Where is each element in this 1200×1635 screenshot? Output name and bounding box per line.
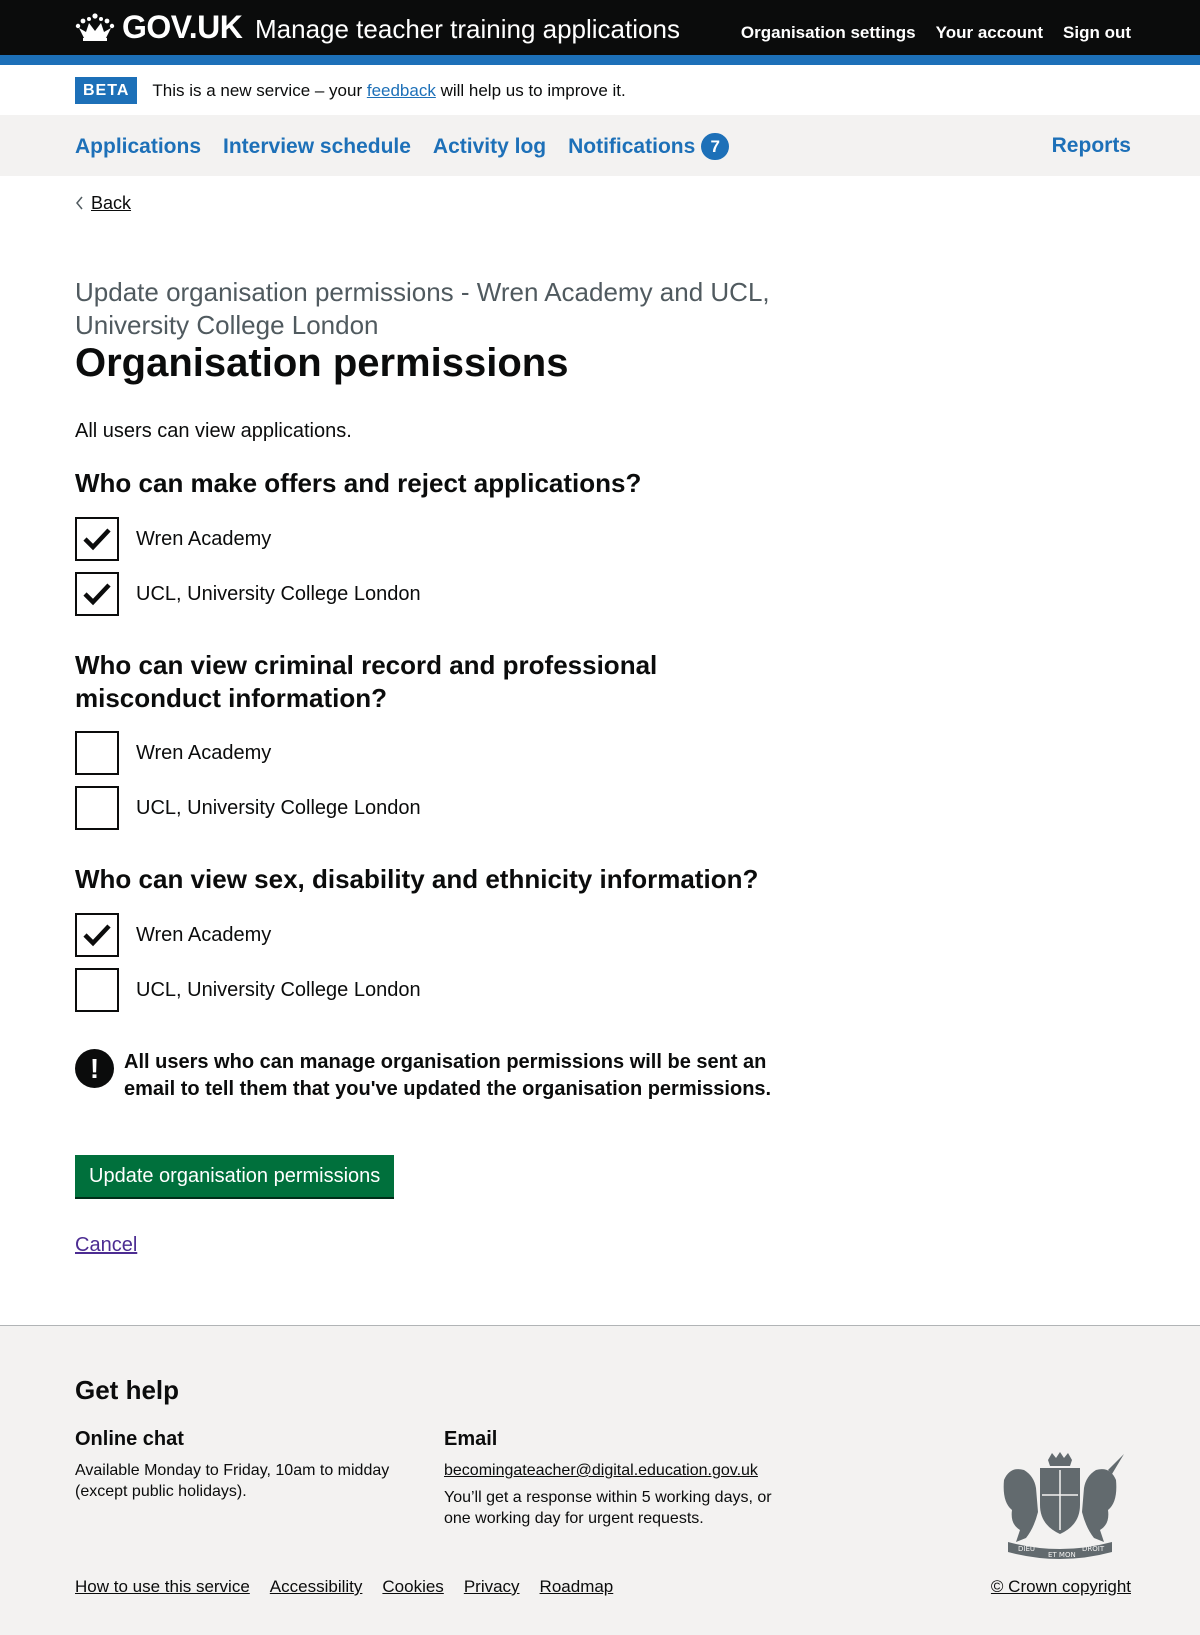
checkbox[interactable] — [75, 913, 119, 957]
organisation-settings-link[interactable]: Organisation settings — [741, 21, 916, 45]
checkbox[interactable] — [75, 731, 119, 775]
nav-interview-schedule[interactable]: Interview schedule — [223, 134, 411, 160]
question-criminal-record-heading: Who can view criminal record and profess… — [75, 650, 658, 713]
warning-text: ! All users who can manage organisation … — [75, 1049, 775, 1103]
service-name-link[interactable]: Manage teacher training applications — [255, 13, 680, 45]
footer-link-privacy[interactable]: Privacy — [464, 1576, 520, 1598]
footer-link-cookies[interactable]: Cookies — [382, 1576, 443, 1598]
checkbox-label: UCL, University College London — [136, 796, 421, 819]
checkbox[interactable] — [75, 786, 119, 830]
cancel-link[interactable]: Cancel — [75, 1233, 137, 1258]
intro-text: All users can view applications. — [75, 420, 352, 442]
checkbox-label: Wren Academy — [136, 741, 272, 764]
crown-copyright-link[interactable]: © Crown copyright — [991, 1576, 1131, 1598]
question-diversity-heading: Who can view sex, disability and ethnici… — [75, 864, 759, 894]
footer-links: How to use this service Accessibility Co… — [75, 1576, 613, 1598]
site-header: GOV.UK Manage teacher training applicati… — [0, 0, 1200, 55]
crest-motto-left: DIEU — [1018, 1545, 1035, 1553]
checkbox-criminal-record-ucl[interactable]: UCL, University College London — [75, 786, 421, 830]
footer-email-heading: Email — [444, 1428, 498, 1450]
notifications-count-badge: 7 — [701, 133, 730, 160]
checkbox[interactable] — [75, 968, 119, 1012]
your-account-link[interactable]: Your account — [936, 21, 1043, 45]
footer-link-accessibility[interactable]: Accessibility — [270, 1576, 363, 1598]
footer-email-text: You’ll get a response within 5 working d… — [444, 1489, 772, 1527]
checkbox-diversity-wren[interactable]: Wren Academy — [75, 913, 271, 957]
crown-icon — [75, 13, 115, 41]
checkbox[interactable] — [75, 517, 119, 561]
footer-email-link[interactable]: becomingateacher@digital.education.gov.u… — [444, 1460, 758, 1481]
footer-get-help-title: Get help — [75, 1375, 180, 1405]
sign-out-link[interactable]: Sign out — [1063, 21, 1131, 45]
back-link-container: Back — [75, 192, 131, 214]
page-caption: Update organisation permissions - Wren A… — [75, 277, 770, 340]
crest-motto-center: ET MON — [1048, 1551, 1076, 1559]
phase-text-before: This is a new service – your — [152, 80, 367, 100]
nav-notifications[interactable]: Notifications 7 — [568, 133, 730, 160]
checkmark-icon — [83, 528, 111, 551]
question-make-offers-heading: Who can make offers and reject applicati… — [75, 468, 642, 498]
page-title: Organisation permissions — [75, 341, 569, 385]
footer-link-how-to-use[interactable]: How to use this service — [75, 1576, 250, 1598]
footer-online-chat-heading: Online chat — [75, 1428, 184, 1450]
header-navigation: Organisation settings Your account Sign … — [741, 21, 1131, 45]
checkmark-icon — [83, 924, 111, 947]
royal-coat-of-arms-icon: DIEU ET MON DROIT — [1003, 1452, 1124, 1559]
checkmark-icon — [83, 583, 111, 606]
govuk-logo-text: GOV.UK — [122, 9, 243, 45]
checkbox-label: Wren Academy — [136, 527, 272, 550]
phase-banner-text: This is a new service – your feedback wi… — [152, 80, 625, 102]
checkbox[interactable] — [75, 572, 119, 616]
header-blue-bar — [0, 55, 1200, 65]
checkbox-make-offers-ucl[interactable]: UCL, University College London — [75, 572, 421, 616]
primary-navigation: Applications Interview schedule Activity… — [0, 115, 1200, 176]
feedback-link[interactable]: feedback — [367, 81, 436, 100]
checkbox-make-offers-wren[interactable]: Wren Academy — [75, 517, 271, 561]
crest-motto-right: DROIT — [1082, 1545, 1105, 1553]
checkbox-label: Wren Academy — [136, 923, 272, 946]
warning-icon: ! — [75, 1049, 114, 1088]
phase-text-after: will help us to improve it. — [435, 80, 626, 100]
phase-banner: BETA This is a new service – your feedba… — [75, 77, 626, 104]
nav-applications[interactable]: Applications — [75, 134, 201, 160]
checkbox-criminal-record-wren[interactable]: Wren Academy — [75, 731, 271, 775]
govuk-logo-link[interactable]: GOV.UK — [75, 9, 243, 45]
footer-online-chat-text: Available Monday to Friday, 10am to midd… — [75, 1462, 390, 1500]
nav-notifications-label: Notifications — [568, 134, 696, 158]
checkbox-label: UCL, University College London — [136, 978, 421, 1001]
checkbox-diversity-ucl[interactable]: UCL, University College London — [75, 968, 421, 1012]
beta-tag: BETA — [75, 77, 138, 104]
back-link[interactable]: Back — [91, 192, 131, 214]
site-footer: Get help Online chat Available Monday to… — [0, 1325, 1200, 1635]
nav-activity-log[interactable]: Activity log — [433, 134, 546, 160]
warning-message: All users who can manage organisation pe… — [124, 1051, 772, 1100]
footer-link-roadmap[interactable]: Roadmap — [540, 1576, 614, 1598]
update-permissions-button[interactable]: Update organisation permissions — [75, 1155, 395, 1197]
nav-reports[interactable]: Reports — [1052, 133, 1131, 159]
checkbox-label: UCL, University College London — [136, 582, 421, 605]
chevron-left-icon — [76, 196, 83, 210]
